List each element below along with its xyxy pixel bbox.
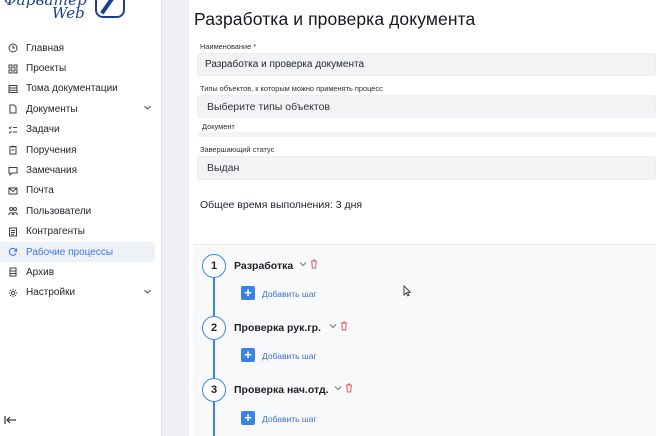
object-types-select[interactable]: Выберите типы объектов xyxy=(197,95,656,118)
name-label: Наименование * xyxy=(200,42,257,51)
document-label: Документ xyxy=(202,122,235,131)
contacts-icon xyxy=(7,226,19,238)
collapse-left-icon[interactable] xyxy=(4,414,17,428)
mail-icon xyxy=(7,185,19,197)
gear-icon xyxy=(7,287,19,299)
file-icon xyxy=(7,103,19,115)
step-number: 2 xyxy=(202,316,226,340)
sidebar-item-users[interactable]: Пользователи xyxy=(0,201,162,221)
clock-icon xyxy=(7,42,19,54)
sidebar-item-label: Архив xyxy=(26,266,55,278)
comment-icon xyxy=(7,165,19,177)
sidebar-item-documents[interactable]: Документы xyxy=(0,99,162,119)
step-number: 1 xyxy=(202,254,226,278)
app-logo[interactable]: Фарватер Web xyxy=(0,0,162,26)
sidebar-item-doc-volumes[interactable]: Тома документации xyxy=(0,79,162,99)
add-step-button[interactable]: + xyxy=(241,411,255,425)
step-connector xyxy=(213,278,215,316)
final-status-select[interactable]: Выдан xyxy=(197,156,656,180)
sidebar-nav: Главная Проекты Тома документации Докуме… xyxy=(0,38,162,303)
sidebar-item-label: Тома документации xyxy=(26,83,118,95)
sidebar-item-label: Пользователи xyxy=(26,205,92,217)
chevron-down-icon[interactable] xyxy=(329,322,337,332)
name-field[interactable]: Разработка и проверка документа xyxy=(197,53,656,76)
sidebar-item-label: Документы xyxy=(26,103,78,115)
refresh-icon xyxy=(7,246,19,258)
trash-icon[interactable] xyxy=(310,259,318,269)
add-step-button[interactable]: + xyxy=(241,348,255,362)
trash-icon[interactable] xyxy=(345,383,353,393)
chevron-down-icon[interactable] xyxy=(143,287,152,298)
step-connector xyxy=(213,340,215,378)
trash-icon[interactable] xyxy=(340,321,348,331)
step-number: 3 xyxy=(202,378,226,402)
total-time: Общее время выполнения: 3 дня xyxy=(200,199,363,211)
stack-icon xyxy=(7,83,19,95)
step-name[interactable]: Проверка рук.гр. xyxy=(234,322,321,334)
object-types-label: Типы объектов, к которым можно применять… xyxy=(200,84,383,93)
sidebar-item-contractors[interactable]: Контрагенты xyxy=(0,222,162,242)
logo-text-line2: Web xyxy=(52,4,85,22)
mouse-cursor-icon xyxy=(403,284,412,297)
sidebar-item-home[interactable]: Главная xyxy=(0,38,162,58)
sidebar-item-label: Почта xyxy=(26,185,54,197)
step-name[interactable]: Разработка xyxy=(234,260,293,272)
workflow-steps: 1 Разработка + Добавить шаг 2 Проверка р… xyxy=(193,244,656,436)
sidebar-item-settings[interactable]: Настройки xyxy=(0,283,162,303)
final-status-label: Завершающий статус xyxy=(200,145,275,154)
add-step-label[interactable]: Добавить шаг xyxy=(262,351,317,361)
sidebar-item-tasks[interactable]: Задачи xyxy=(0,120,162,140)
grid-icon xyxy=(7,63,19,75)
sidebar-item-label: Задачи xyxy=(26,124,60,136)
chevron-down-icon[interactable] xyxy=(143,103,152,114)
sidebar-item-label: Проекты xyxy=(26,63,67,75)
add-step-button[interactable]: + xyxy=(241,286,255,300)
add-step-label[interactable]: Добавить шаг xyxy=(262,414,317,424)
sidebar-item-assignments[interactable]: Поручения xyxy=(0,140,162,160)
sidebar-item-label: Настройки xyxy=(26,287,76,299)
sidebar-item-label: Рабочие процессы xyxy=(26,246,114,258)
sidebar-item-remarks[interactable]: Замечания xyxy=(0,160,162,180)
logo-mark-icon xyxy=(95,0,125,18)
clipboard-icon xyxy=(7,144,19,156)
step-name[interactable]: Проверка нач.отд. xyxy=(234,384,329,396)
step-connector xyxy=(213,402,215,436)
sidebar-item-archive[interactable]: Архив xyxy=(0,262,162,282)
add-step-label[interactable]: Добавить шаг xyxy=(262,289,317,299)
chevron-down-icon[interactable] xyxy=(299,260,307,270)
sidebar-item-workflows[interactable]: Рабочие процессы xyxy=(0,241,155,263)
sidebar: Фарватер Web Главная Проекты Тома докуме… xyxy=(0,0,162,436)
document-field[interactable] xyxy=(197,132,656,137)
sidebar-item-projects[interactable]: Проекты xyxy=(0,58,162,78)
users-icon xyxy=(7,205,19,217)
sidebar-item-label: Контрагенты xyxy=(26,226,85,238)
main-content: Разработка и проверка документа Наименов… xyxy=(189,0,656,436)
chevron-down-icon[interactable] xyxy=(334,384,342,394)
sidebar-item-label: Главная xyxy=(26,42,65,54)
sidebar-item-label: Замечания xyxy=(26,165,78,177)
sidebar-item-mail[interactable]: Почта xyxy=(0,181,162,201)
archive-icon xyxy=(7,266,19,278)
sidebar-item-label: Поручения xyxy=(26,144,77,156)
checklist-icon xyxy=(7,124,19,136)
page-title: Разработка и проверка документа xyxy=(194,9,476,29)
